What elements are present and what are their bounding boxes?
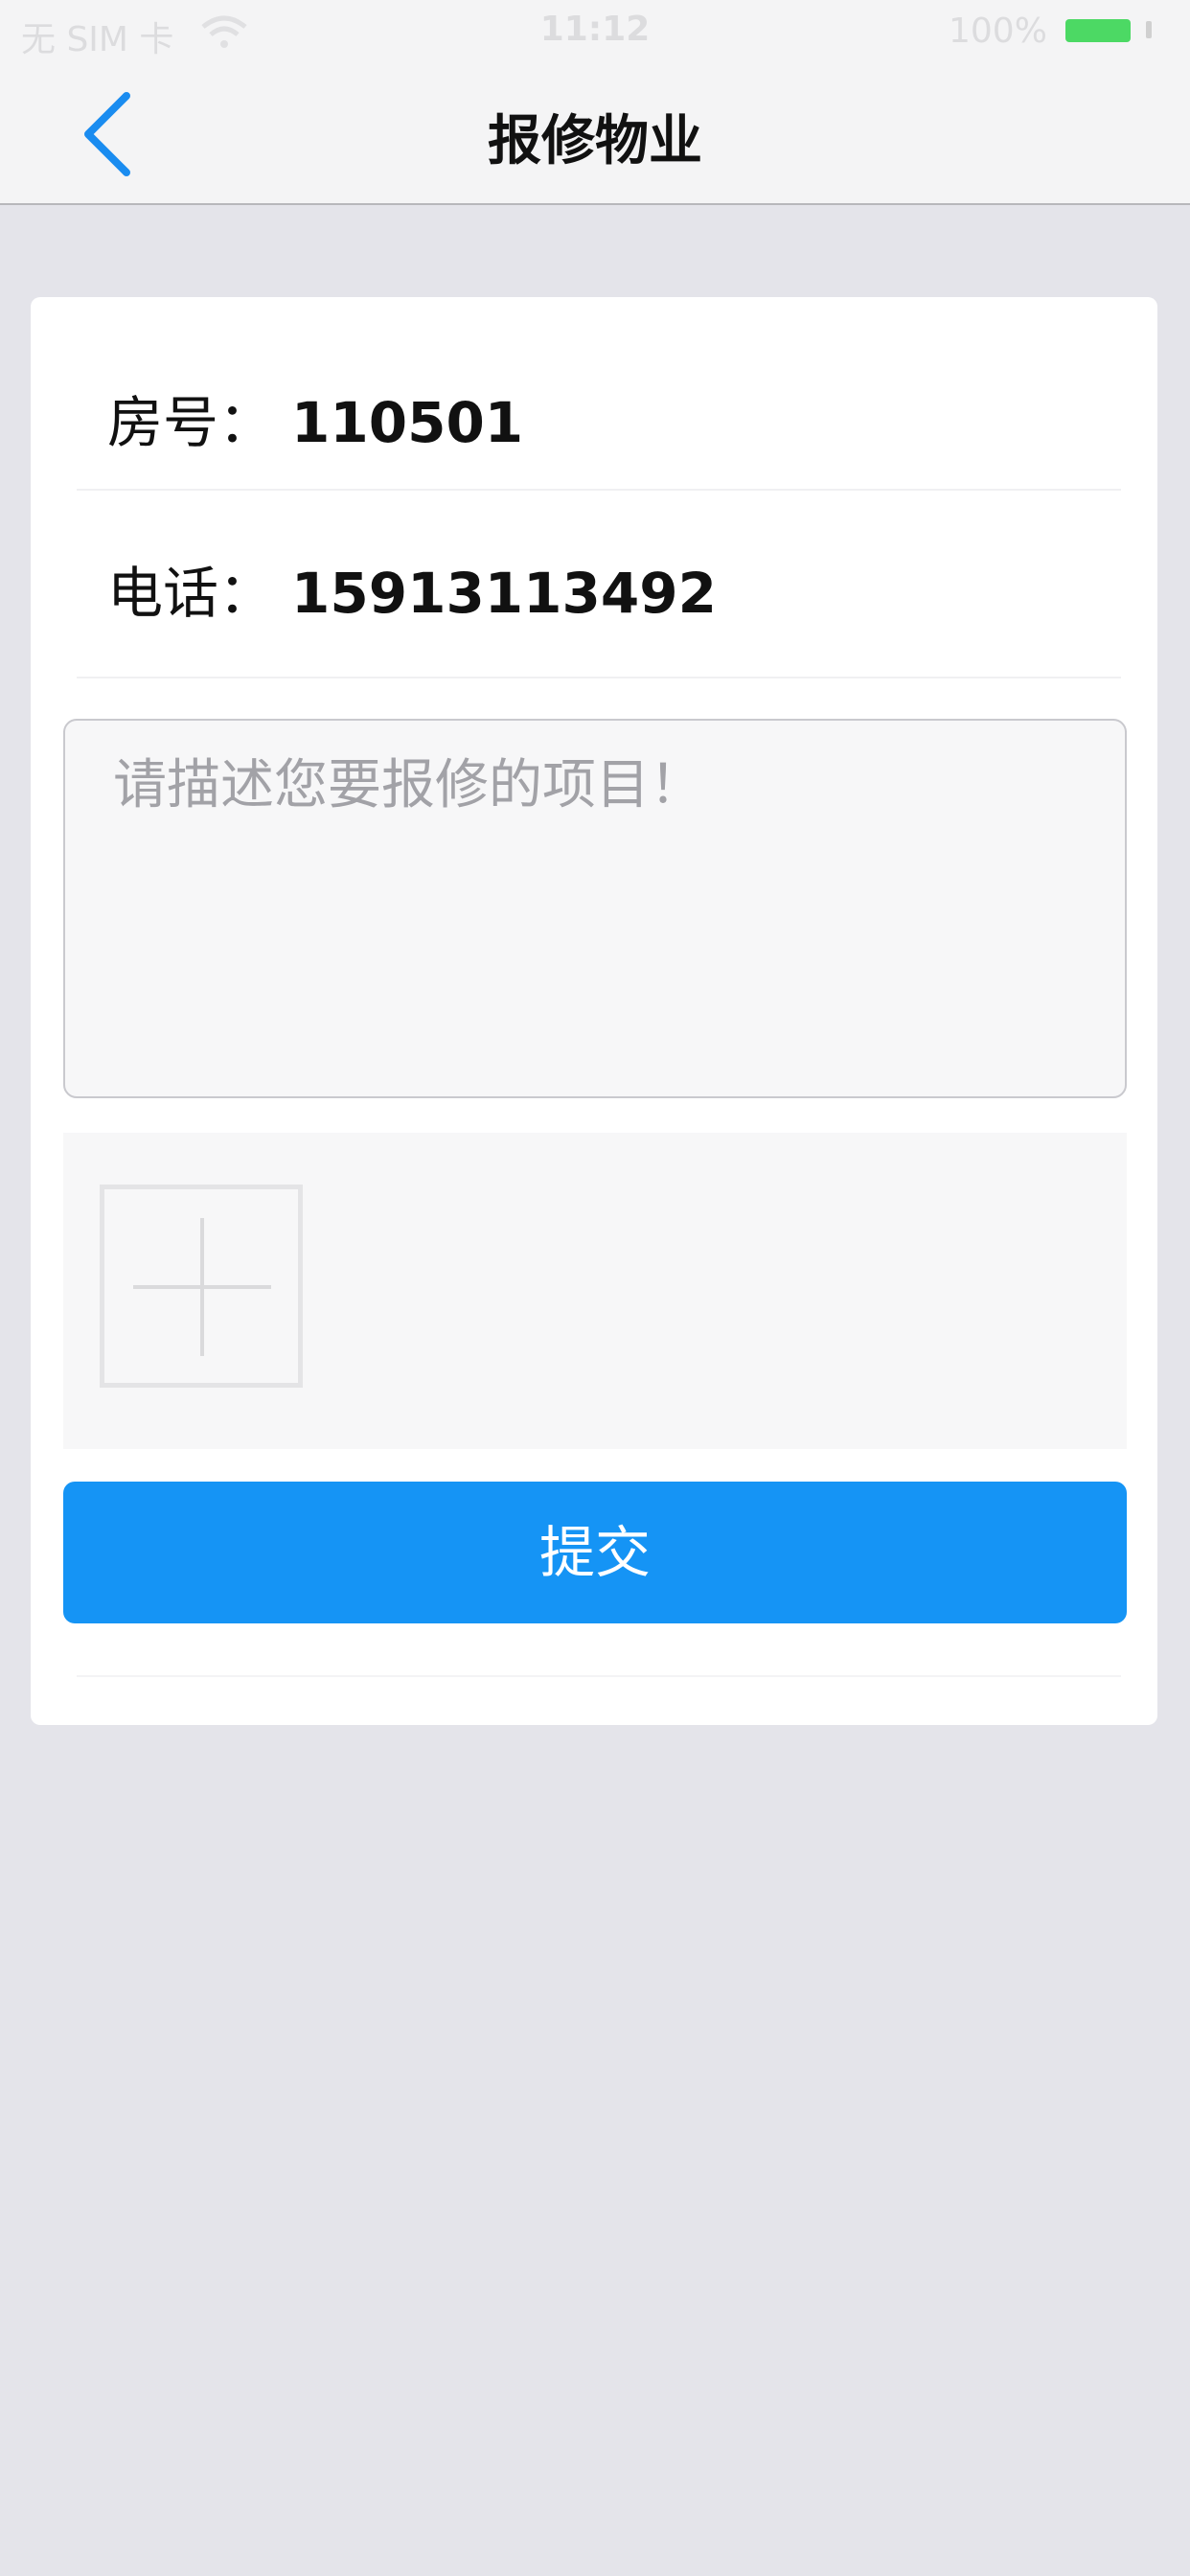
room-row: 房号： 110501 <box>107 378 1142 455</box>
submit-button[interactable]: 提交 <box>63 1482 1127 1623</box>
battery-percent: 100% <box>949 12 1047 51</box>
card-footer-divider <box>77 1675 1121 1677</box>
battery-icon <box>1065 19 1134 46</box>
description-box <box>63 719 1127 1098</box>
row-divider <box>77 677 1121 678</box>
description-input[interactable] <box>65 721 1125 1096</box>
battery-fill <box>1065 19 1131 42</box>
add-photo-button[interactable] <box>100 1184 303 1388</box>
status-bar: 无 SIM 卡 11:12 100% <box>0 0 1190 65</box>
room-value: 110501 <box>291 390 524 455</box>
repair-form-card: 房号：110501 电话：15913113492 提交 <box>31 297 1157 1725</box>
navigation-bar: 报修物业 <box>0 65 1190 205</box>
row-divider <box>77 489 1121 491</box>
page-title: 报修物业 <box>488 110 702 172</box>
room-label: 房号： <box>107 390 275 455</box>
plus-icon <box>200 1218 204 1356</box>
phone-row: 电话： 15913113492 <box>107 548 1142 626</box>
phone-value: 15913113492 <box>291 561 717 626</box>
phone-label: 电话： <box>107 561 275 626</box>
battery-tip <box>1146 21 1152 38</box>
